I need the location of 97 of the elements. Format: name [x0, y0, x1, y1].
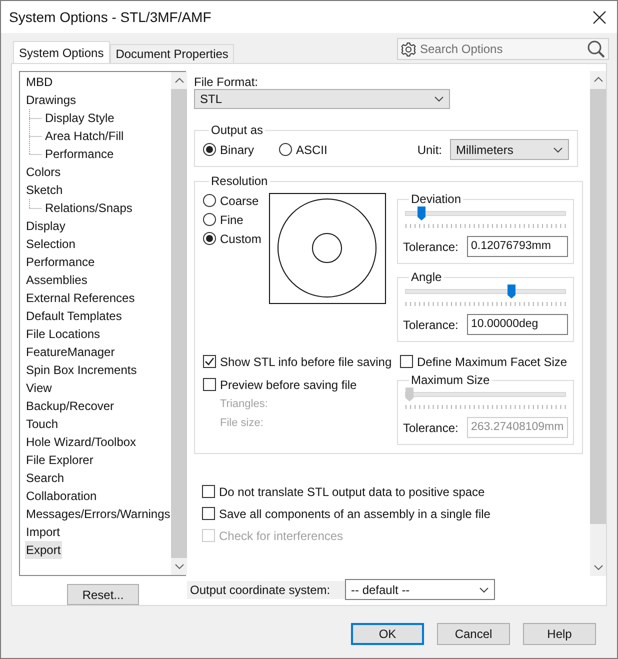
field-label: Output coordinate system: — [187, 580, 345, 598]
tolerance-field: 263.27408109mm — [467, 417, 568, 438]
tree-item[interactable]: Display Style — [44, 109, 116, 127]
slider-thumb[interactable] — [506, 284, 516, 299]
tree-connector — [29, 109, 42, 127]
chevron-down-icon — [553, 146, 563, 152]
checkbox-label: Save all components of an assembly in a single file — [219, 506, 490, 522]
radio-label: Binary — [220, 142, 254, 158]
checkbox-label: Check for interferences — [219, 528, 344, 544]
tree-item[interactable]: External References — [25, 289, 136, 307]
tab[interactable]: System Options — [13, 41, 110, 63]
tree-item[interactable]: Selection — [25, 235, 76, 253]
chevron-down-icon — [479, 586, 489, 592]
tree-item[interactable]: Assemblies — [25, 271, 88, 289]
checkbox[interactable] — [202, 507, 215, 520]
tree-item[interactable]: Hole Wizard/Toolbox — [25, 433, 138, 451]
tree-item[interactable]: Display — [25, 217, 66, 235]
tree-item[interactable]: Collaboration — [25, 487, 98, 505]
group-title: Deviation — [410, 191, 462, 208]
slider[interactable] — [405, 284, 566, 299]
chevron-down-icon — [434, 96, 444, 102]
info-label: Triangles: — [219, 396, 269, 412]
group-title: Maximum Size — [410, 372, 491, 389]
tolerance-label: Tolerance: — [403, 316, 458, 334]
tab[interactable]: Document Properties — [110, 44, 234, 63]
radio-button[interactable] — [203, 213, 216, 226]
unit-dropdown[interactable]: Millimeters — [450, 139, 569, 160]
slider-thumb[interactable] — [417, 206, 426, 221]
tree-item[interactable]: View — [25, 379, 53, 397]
checkbox[interactable] — [203, 378, 216, 391]
tree-item[interactable]: Spin Box Increments — [25, 361, 138, 379]
scroll-up-icon — [175, 78, 184, 83]
settings-icon — [401, 42, 416, 56]
tree-item[interactable]: Performance — [44, 145, 115, 163]
tolerance-label: Tolerance: — [403, 420, 458, 436]
tree-item[interactable]: Relations/Snaps — [44, 199, 134, 217]
search-icon — [587, 40, 605, 58]
tree-item[interactable]: Export — [25, 541, 62, 559]
close-button[interactable] — [591, 9, 607, 25]
tree-item[interactable]: Touch — [25, 415, 60, 433]
radio-button[interactable] — [203, 232, 216, 245]
group-title: Angle — [410, 269, 443, 286]
radio-label: ASCII — [296, 142, 328, 158]
group-title: Output as — [210, 122, 264, 139]
scroll-up-icon — [594, 77, 603, 82]
scroll-down-icon — [594, 565, 603, 570]
tree-item[interactable]: Area Hatch/Fill — [44, 127, 125, 145]
tree-item[interactable]: Search — [25, 469, 66, 487]
tolerance-field[interactable]: 10.00000deg — [467, 314, 568, 335]
tree-item[interactable]: Default Templates — [25, 307, 123, 325]
checkbox-label: Do not translate STL output data to positive space — [219, 484, 485, 500]
radio-button[interactable] — [203, 194, 216, 207]
dialog-button[interactable]: Help — [523, 623, 596, 645]
scroll-down-icon — [175, 564, 184, 569]
tolerance-label: Tolerance: — [403, 238, 458, 256]
checkbox[interactable] — [202, 485, 215, 498]
radio-button[interactable] — [203, 143, 216, 156]
tree-item[interactable]: FeatureManager — [25, 343, 116, 361]
tree-item[interactable]: File Explorer — [25, 451, 94, 469]
tree-item[interactable]: Performance — [25, 253, 96, 271]
dropdown-value: Millimeters — [456, 142, 514, 158]
dialog-button[interactable]: Cancel — [437, 623, 510, 645]
checkbox-label: Show STL info before file saving — [220, 354, 392, 370]
checkbox[interactable] — [400, 355, 413, 368]
tree-item[interactable]: Import — [25, 523, 62, 541]
checkbox-label: Preview before saving file — [220, 376, 357, 394]
tree-item[interactable]: Messages/Errors/Warnings — [25, 505, 172, 523]
tree-connector — [29, 199, 42, 209]
info-label: File size: — [219, 416, 264, 431]
search-field[interactable]: Search Options — [397, 38, 609, 60]
group-title: Resolution — [210, 173, 269, 190]
reset-button[interactable]: Reset... — [67, 584, 139, 605]
tree-item[interactable]: File Locations — [25, 325, 102, 343]
radio-label: Coarse — [220, 192, 259, 210]
radio-label: Custom — [220, 230, 262, 248]
slider[interactable] — [405, 206, 566, 221]
radio-button[interactable] — [279, 143, 292, 156]
checkbox[interactable] — [203, 355, 216, 368]
field-label: Unit: — [417, 142, 442, 158]
coordinate-system-dropdown[interactable]: -- default -- — [345, 579, 495, 600]
search-placeholder: Search Options — [420, 41, 504, 58]
tree-item[interactable]: MBD — [25, 73, 54, 91]
tree-item[interactable]: Drawings — [25, 91, 78, 109]
dialog-button[interactable]: OK — [351, 623, 424, 645]
radio-label: Fine — [220, 212, 244, 228]
field-label: File Format: — [194, 74, 260, 89]
tree-item[interactable]: Sketch — [25, 181, 64, 199]
checkbox-label: Define Maximum Facet Size — [417, 354, 568, 370]
file-format-dropdown[interactable]: STL — [194, 89, 450, 109]
dropdown-value: -- default -- — [351, 582, 410, 598]
window-title: System Options - STL/3MF/AMF — [9, 8, 212, 27]
tolerance-field[interactable]: 0.12076793mm — [467, 236, 568, 257]
dropdown-value: STL — [200, 91, 222, 108]
close-icon — [592, 10, 606, 24]
tree-item[interactable]: Colors — [25, 163, 62, 181]
tree-item[interactable]: Backup/Recover — [25, 397, 116, 415]
check-icon — [204, 356, 215, 367]
